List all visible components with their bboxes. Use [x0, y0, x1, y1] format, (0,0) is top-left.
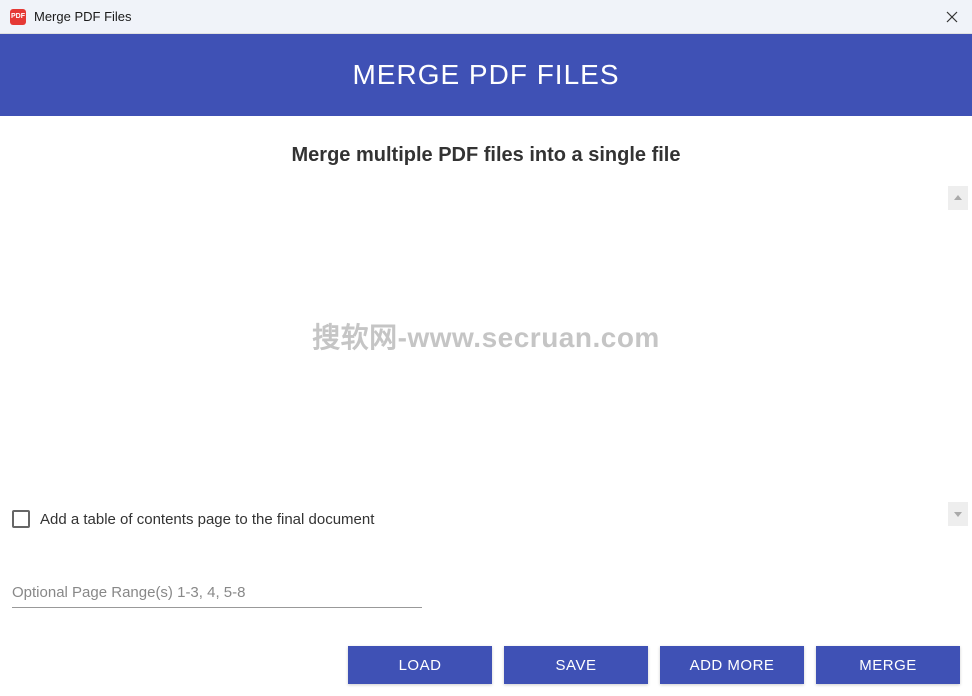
header-title: MERGE PDF FILES [352, 59, 619, 91]
save-button[interactable]: SAVE [504, 646, 648, 684]
toc-option-row: Add a table of contents page to the fina… [12, 510, 960, 528]
close-button[interactable] [932, 0, 972, 34]
page-range-input[interactable] [12, 578, 422, 608]
reorder-controls [948, 186, 972, 526]
window-titlebar: PDF Merge PDF Files [0, 0, 972, 34]
app-icon: PDF [10, 9, 26, 25]
content-area: Merge multiple PDF files into a single f… [0, 116, 972, 696]
bottom-section: Add a table of contents page to the fina… [0, 510, 972, 696]
add-more-button[interactable]: ADD MORE [660, 646, 804, 684]
app-icon-label: PDF [11, 13, 25, 20]
merge-button[interactable]: MERGE [816, 646, 960, 684]
close-icon [946, 11, 958, 23]
move-up-button[interactable] [948, 186, 968, 210]
toc-checkbox[interactable] [12, 510, 30, 528]
page-subtitle: Merge multiple PDF files into a single f… [0, 116, 972, 187]
window-title: Merge PDF Files [34, 9, 932, 24]
header-banner: MERGE PDF FILES [0, 34, 972, 116]
watermark-text: 搜软网-www.secruan.com [312, 316, 660, 356]
action-button-row: LOAD SAVE ADD MORE MERGE [12, 646, 960, 684]
load-button[interactable]: LOAD [348, 646, 492, 684]
arrow-up-icon [953, 193, 963, 203]
toc-checkbox-label: Add a table of contents page to the fina… [40, 511, 374, 528]
